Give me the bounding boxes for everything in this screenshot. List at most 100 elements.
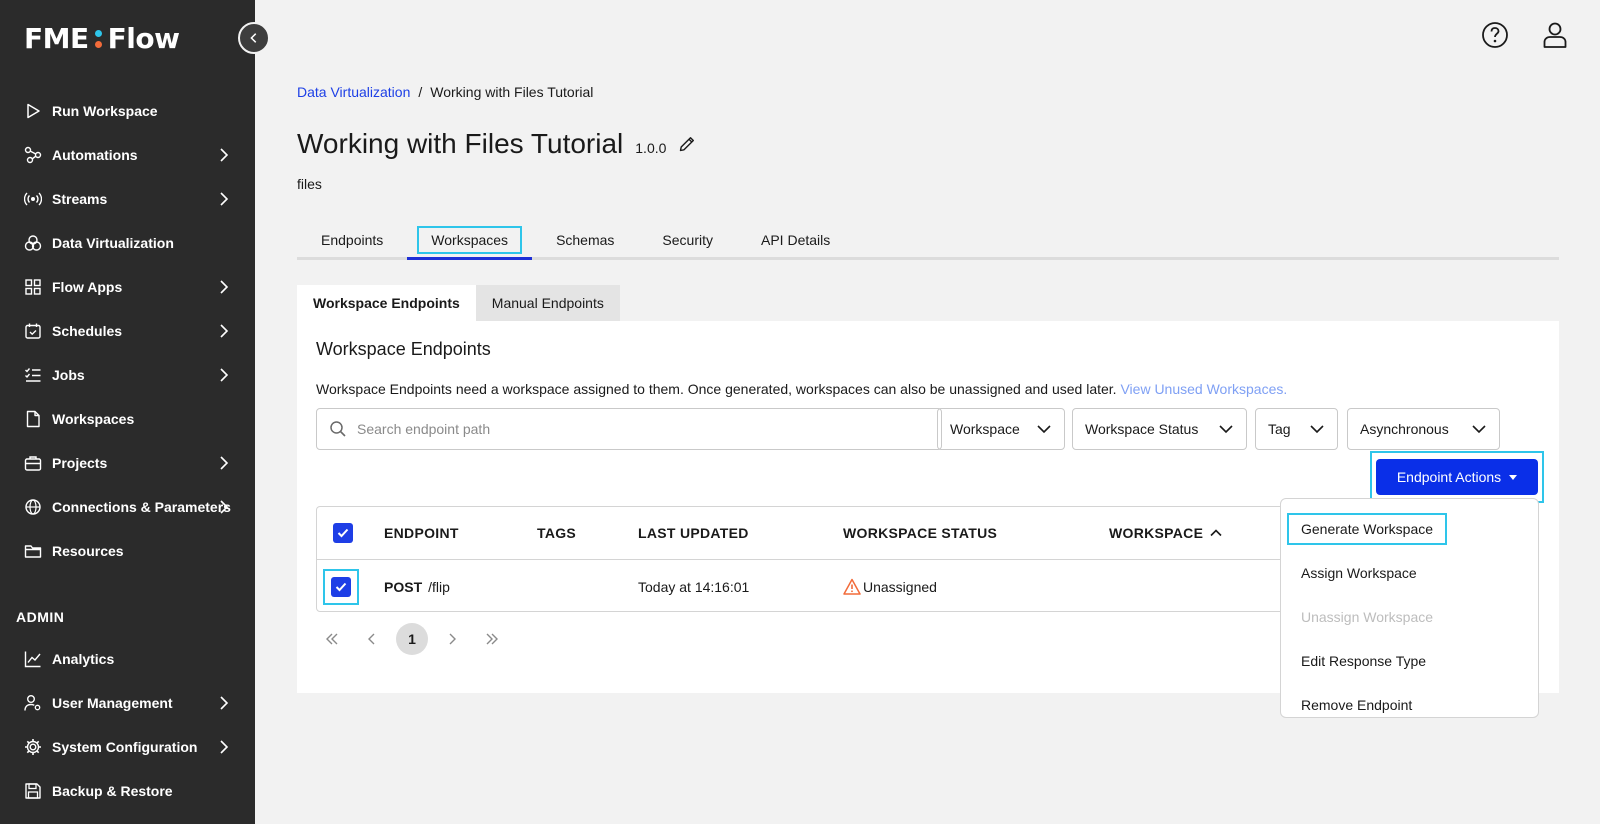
sidebar-item-analytics[interactable]: Analytics (0, 637, 255, 681)
endpoint-actions-highlight: Endpoint Actions (1370, 451, 1544, 503)
menu-item-edit-response-type[interactable]: Edit Response Type (1281, 639, 1538, 683)
search-icon (330, 421, 346, 437)
select-all-checkbox[interactable] (333, 523, 353, 543)
apps-grid-icon (24, 278, 42, 296)
sidebar-item-label: System Configuration (52, 739, 198, 755)
menu-item-label: Generate Workspace (1286, 513, 1448, 545)
column-header-tags[interactable]: TAGS (537, 525, 576, 541)
filter-label: Asynchronous (1360, 421, 1449, 437)
breadcrumb-link-data-virtualization[interactable]: Data Virtualization (297, 84, 410, 100)
tab-workspaces[interactable]: Workspaces (407, 222, 533, 260)
menu-item-generate-workspace[interactable]: Generate Workspace (1281, 507, 1538, 551)
tab-label: Schemas (556, 231, 615, 248)
sidebar-item-data-virtualization[interactable]: Data Virtualization (0, 221, 255, 265)
tab-label: Endpoints (321, 231, 384, 248)
pagination: 1 (316, 623, 508, 655)
sidebar-item-connections-parameters[interactable]: Connections & Parameters (0, 485, 255, 529)
logo-dots (94, 29, 102, 48)
edit-pencil-icon[interactable] (678, 135, 696, 153)
calendar-check-icon (24, 322, 42, 340)
endpoint-actions-menu: Generate Workspace Assign Workspace Unas… (1280, 498, 1539, 718)
sidebar-item-streams[interactable]: Streams (0, 177, 255, 221)
sidebar-item-label: Connections & Parameters (52, 499, 231, 515)
chevron-right-icon (220, 740, 229, 754)
sidebar-item-label: Flow Apps (52, 279, 123, 295)
view-unused-workspaces-link[interactable]: View Unused Workspaces. (1120, 381, 1287, 397)
menu-item-assign-workspace[interactable]: Assign Workspace (1281, 551, 1538, 595)
menu-item-label: Edit Response Type (1301, 653, 1427, 669)
breadcrumb-current: Working with Files Tutorial (430, 84, 594, 100)
chevron-right-icon (220, 696, 229, 710)
select-all-checkbox-cell (333, 523, 353, 543)
sidebar-item-jobs[interactable]: Jobs (0, 353, 255, 397)
sidebar-item-schedules[interactable]: Schedules (0, 309, 255, 353)
endpoint-actions-label: Endpoint Actions (1396, 469, 1502, 485)
sort-ascending-icon (1210, 529, 1222, 537)
column-header-workspace[interactable]: WORKSPACE (1109, 525, 1223, 541)
next-page-button[interactable] (436, 623, 468, 655)
sidebar-item-flow-apps[interactable]: Flow Apps (0, 265, 255, 309)
column-header-endpoint[interactable]: ENDPOINT (384, 525, 459, 541)
logo-text-left: FME (24, 22, 89, 55)
sidebar-item-system-configuration[interactable]: System Configuration (0, 725, 255, 769)
search-box[interactable] (316, 408, 942, 450)
sub-tabs: Workspace Endpoints Manual Endpoints (297, 285, 620, 321)
search-input[interactable] (357, 421, 917, 437)
previous-page-button[interactable] (356, 623, 388, 655)
subtab-manual-endpoints[interactable]: Manual Endpoints (475, 285, 620, 321)
page-title-row: Working with Files Tutorial 1.0.0 (297, 128, 696, 160)
tab-endpoints[interactable]: Endpoints (297, 222, 407, 257)
filter-label: Workspace (950, 421, 1020, 437)
sidebar-item-label: Resources (52, 543, 124, 559)
page-title: Working with Files Tutorial (297, 128, 624, 159)
sidebar-item-label: Schedules (52, 323, 123, 339)
column-header-last-updated[interactable]: LAST UPDATED (638, 525, 749, 541)
sidebar-item-label: Run Workspace (52, 103, 158, 119)
menu-item-remove-endpoint[interactable]: Remove Endpoint (1281, 683, 1538, 727)
chevron-left-icon (250, 33, 257, 43)
user-profile-icon[interactable] (1540, 20, 1570, 50)
gear-icon (24, 738, 42, 756)
tab-api-details[interactable]: API Details (737, 222, 854, 257)
sidebar-item-label: Analytics (52, 651, 115, 667)
sidebar-item-run-workspace[interactable]: Run Workspace (0, 89, 255, 133)
column-header-workspace-status[interactable]: WORKSPACE STATUS (843, 525, 997, 541)
sidebar-item-resources[interactable]: Resources (0, 529, 255, 573)
chevron-down-icon (1472, 425, 1486, 434)
chevron-right-icon (220, 280, 229, 294)
menu-item-label: Unassign Workspace (1301, 609, 1434, 625)
filter-tag[interactable]: Tag (1255, 408, 1338, 450)
last-page-button[interactable] (476, 623, 508, 655)
save-icon (24, 782, 42, 800)
sidebar-item-backup-restore[interactable]: Backup & Restore (0, 769, 255, 813)
sidebar-item-workspaces[interactable]: Workspaces (0, 397, 255, 441)
filter-workspace[interactable]: Workspace (937, 408, 1065, 450)
workspace-status-cell: Unassigned (843, 578, 937, 596)
row-checkbox[interactable] (331, 576, 351, 597)
filter-asynchronous[interactable]: Asynchronous (1347, 408, 1500, 450)
fme-flow-logo[interactable]: FME Flow (24, 22, 180, 55)
sidebar-item-label: Data Virtualization (52, 235, 174, 251)
chevron-right-icon (220, 368, 229, 382)
first-page-button[interactable] (316, 623, 348, 655)
sidebar-item-automations[interactable]: Automations (0, 133, 255, 177)
help-icon[interactable] (1480, 20, 1510, 50)
panel-description: Workspace Endpoints need a workspace ass… (316, 381, 1287, 397)
chevron-down-icon (1310, 425, 1324, 434)
sidebar-item-user-management[interactable]: User Management (0, 681, 255, 725)
logo-text-right: Flow (107, 22, 180, 55)
checkmark-icon (335, 582, 347, 591)
page-number-button[interactable]: 1 (396, 623, 428, 655)
sidebar-item-projects[interactable]: Projects (0, 441, 255, 485)
chevron-down-icon (1219, 425, 1233, 434)
version-label: 1.0.0 (635, 140, 667, 156)
tab-schemas[interactable]: Schemas (532, 222, 638, 257)
sidebar-item-label: Projects (52, 455, 108, 471)
user-gear-icon (24, 694, 42, 712)
endpoint-actions-button[interactable]: Endpoint Actions (1376, 459, 1538, 495)
subtab-workspace-endpoints[interactable]: Workspace Endpoints (297, 285, 476, 321)
folder-icon (24, 542, 42, 560)
tab-security[interactable]: Security (638, 222, 737, 257)
filter-workspace-status[interactable]: Workspace Status (1072, 408, 1247, 450)
collapse-sidebar-button[interactable] (238, 22, 270, 54)
